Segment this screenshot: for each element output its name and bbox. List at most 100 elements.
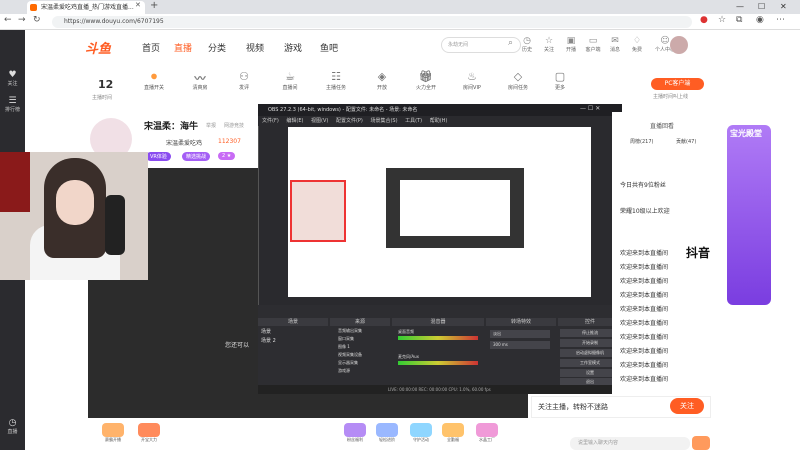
toolbar-item-0[interactable]: ⏺ 直播开关: [140, 70, 168, 91]
anchor-name[interactable]: 宋温柔爱吃鸡: [166, 138, 202, 147]
source-item[interactable]: 视频采集设备: [338, 352, 362, 358]
sidebar-ranking[interactable]: ☰ 排行榜: [0, 96, 25, 113]
toolbar-item-3[interactable]: ☕ 直播间: [276, 70, 304, 91]
obs-menu-profile[interactable]: 配置文件(P): [336, 118, 363, 124]
level-number: 12: [98, 78, 114, 91]
nav-category[interactable]: 分类: [208, 41, 226, 54]
gift-box-icon: 🎁︎: [419, 70, 433, 83]
toolbar-item-9[interactable]: ▢ 更多: [546, 70, 574, 91]
tab-close-icon[interactable]: ✕: [135, 1, 141, 9]
header-client[interactable]: ▭ 客户端: [582, 36, 604, 53]
nav-fishbar[interactable]: 鱼吧: [320, 41, 338, 54]
more-icon[interactable]: ⋯: [776, 15, 785, 25]
follow-button[interactable]: 关注: [670, 398, 704, 414]
forward-icon[interactable]: →: [18, 15, 26, 25]
source-item[interactable]: 图像 1: [338, 344, 350, 350]
gift-item[interactable]: 赛霸开播: [96, 423, 130, 447]
toolbar-item-8[interactable]: ◇ 房间任务: [504, 70, 532, 91]
close-window-button[interactable]: ✕: [780, 0, 787, 14]
nav-live[interactable]: 直播: [174, 41, 192, 54]
pc-client-button[interactable]: PC客户端: [651, 78, 704, 90]
chat-message: 欢迎来到本直播间: [620, 334, 669, 341]
nav-video[interactable]: 视频: [246, 41, 264, 54]
promo-ad-banner[interactable]: [727, 125, 771, 305]
header-broadcast[interactable]: ▣ 开播: [560, 36, 582, 53]
duration-input[interactable]: 300 ms: [490, 341, 550, 349]
douyu-logo[interactable]: 斗鱼: [85, 38, 127, 57]
toolbar-item-2[interactable]: ⚇ 发评: [230, 70, 258, 91]
gift-item[interactable]: 守护活动: [404, 423, 438, 447]
star-badge[interactable]: 2 ★: [218, 152, 236, 160]
source-item[interactable]: 游戏源: [338, 368, 350, 374]
header-message[interactable]: ✉ 消息: [604, 36, 626, 53]
favorites-icon[interactable]: ☆: [718, 15, 726, 25]
replay-link[interactable]: 直播回看: [650, 121, 674, 130]
challenge-badge[interactable]: 精选挑战: [182, 152, 211, 161]
source-item[interactable]: 显示器采集: [338, 360, 358, 366]
vr-badge[interactable]: VR体验: [146, 152, 171, 161]
report-link[interactable]: 举报: [206, 122, 216, 129]
client-icon: ▭: [588, 36, 598, 46]
toolbar-item-4[interactable]: ☷ 主播任务: [322, 70, 350, 91]
broadcast-icon: ▣: [566, 36, 576, 46]
gift-item[interactable]: 全勤福: [436, 423, 470, 447]
sidebar-follow[interactable]: ♥ 关注: [0, 70, 25, 87]
obs-menu-view[interactable]: 视图(V): [311, 118, 328, 124]
obs-window-controls[interactable]: — ☐ ✕: [580, 105, 600, 112]
maximize-button[interactable]: ☐: [758, 0, 765, 14]
profile-icon[interactable]: ◉: [756, 15, 764, 25]
settings-button[interactable]: 设置: [560, 369, 620, 377]
stop-streaming-button[interactable]: 停止推流: [560, 329, 620, 337]
source-item[interactable]: 音频输出采集: [338, 328, 362, 334]
obs-menu-edit[interactable]: 编辑(E): [286, 118, 303, 124]
new-tab-icon[interactable]: +: [150, 0, 158, 11]
chat-message: 欢迎来到本直播间: [620, 362, 669, 369]
category-link[interactable]: 网游竞技: [224, 122, 244, 129]
sidebar-history[interactable]: ◷ 直播: [0, 418, 25, 435]
obs-menu-help[interactable]: 帮助(H): [430, 118, 448, 124]
minimize-button[interactable]: —: [736, 0, 744, 14]
virtual-camera-button[interactable]: 启动虚拟摄像机: [560, 349, 620, 357]
obs-menu-tools[interactable]: 工具(T): [405, 118, 422, 124]
extension-icon[interactable]: ●: [700, 15, 708, 25]
nav-home[interactable]: 首页: [142, 41, 160, 54]
browser-tab[interactable]: 宋温柔爱吃鸡直播_热门游戏直播...: [27, 1, 145, 14]
reload-icon[interactable]: ↻: [33, 15, 41, 25]
room-title: 宋温柔：海牛: [144, 122, 199, 132]
scene-item[interactable]: 场景 2: [261, 337, 276, 344]
toolbar-item-1[interactable]: 〰清爽房: [186, 70, 214, 91]
chat-input[interactable]: 说里输入聊天内容: [570, 437, 690, 450]
gift-item[interactable]: 粉丝福利: [338, 423, 372, 447]
chat-message: 今日共有9位粉丝: [620, 182, 666, 189]
source-item[interactable]: 窗口采集: [338, 336, 354, 342]
gift-item[interactable]: 开宝大力: [132, 423, 166, 447]
gift-item[interactable]: 轻松进阶: [370, 423, 404, 447]
nav-game[interactable]: 游戏: [284, 41, 302, 54]
back-icon[interactable]: ←: [4, 15, 12, 25]
avatar[interactable]: [670, 36, 688, 54]
scene-item[interactable]: 场景: [261, 328, 271, 335]
tab-weekly-rank[interactable]: 周榜(217): [630, 138, 653, 145]
obs-menu-scene-collection[interactable]: 场景集合(S): [370, 118, 397, 124]
search-icon[interactable]: ⌕: [508, 38, 513, 48]
exit-button[interactable]: 退出: [560, 378, 620, 385]
header-free[interactable]: ♢ 免费: [626, 36, 648, 53]
promo-ad-title: 宝光殿堂: [730, 129, 762, 138]
obs-preview-webcam-source[interactable]: [290, 180, 346, 242]
studio-mode-button[interactable]: 工作室模式: [560, 359, 620, 367]
mixer-mic-meter: [398, 361, 478, 365]
collections-icon[interactable]: ⧉: [736, 15, 742, 25]
send-button[interactable]: [692, 436, 710, 450]
people-icon: ⚇: [239, 70, 249, 83]
obs-menu-file[interactable]: 文件(F): [262, 118, 279, 124]
toolbar-item-5[interactable]: ◈ 开放: [368, 70, 396, 91]
start-recording-button[interactable]: 开始录制: [560, 339, 620, 347]
header-history[interactable]: ◷ 历史: [516, 36, 538, 53]
header-follow[interactable]: ☆ 关注: [538, 36, 560, 53]
toolbar-item-6[interactable]: 🎁︎ 火力全开: [412, 70, 440, 91]
tab-contribution[interactable]: 贡献(47): [676, 138, 696, 145]
toolbar-item-7[interactable]: ♨ 房间VIP: [458, 70, 486, 91]
url-input[interactable]: https://www.douyu.com/6707195: [52, 16, 692, 28]
transition-select[interactable]: 淡出: [490, 330, 550, 338]
gift-item[interactable]: 水晶工厂: [470, 423, 504, 447]
